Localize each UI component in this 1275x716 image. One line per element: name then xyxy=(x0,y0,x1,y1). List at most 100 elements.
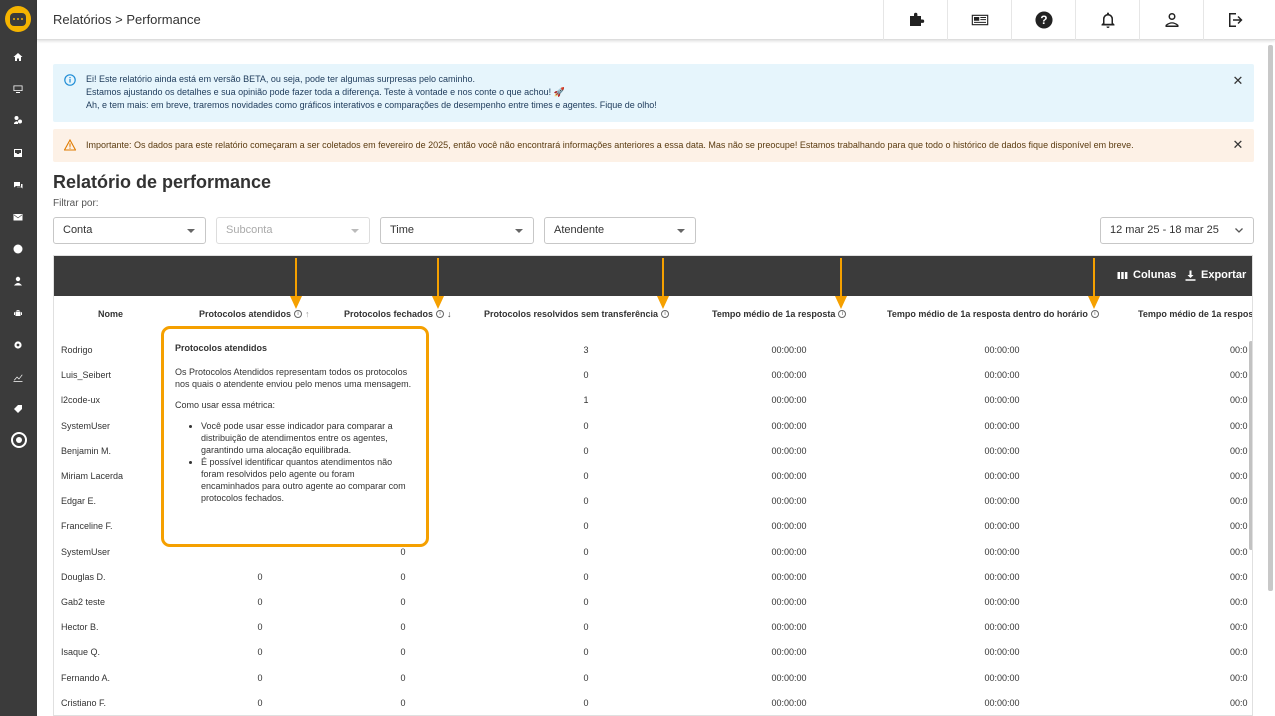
date-range-picker[interactable]: 12 mar 25 - 18 mar 25 xyxy=(1100,217,1254,244)
subconta-select-value: Subconta xyxy=(226,224,273,236)
filter-label: Filtrar por: xyxy=(53,198,99,209)
column-header-protocolos-atendidos[interactable]: Protocolos atendidos i ↑ xyxy=(199,309,310,319)
info-icon[interactable]: i xyxy=(838,310,847,318)
table-row[interactable]: Gab2 teste 0 0 0 00:00:00 00:00:00 00:0 xyxy=(54,589,1252,614)
table-scrollbar[interactable] xyxy=(1249,341,1252,550)
tooltip-bullet: Você pode usar esse indicador para compa… xyxy=(201,420,415,456)
column-header-label: Tempo médio de 1a resposta dentro do hor… xyxy=(887,309,1088,319)
cell-tempo-cut: 00:0 xyxy=(1230,647,1248,658)
annotation-arrow xyxy=(432,258,444,310)
cell-tempo-cut: 00:0 xyxy=(1230,546,1248,557)
column-header-label: Tempo médio de 1a respos xyxy=(1138,309,1253,319)
export-label: Exportar xyxy=(1201,269,1247,281)
cell-nome: Franceline F. xyxy=(61,521,113,532)
column-header-resolvidos-sem-transferencia[interactable]: Protocolos resolvidos sem transferência … xyxy=(484,309,670,319)
columns-button[interactable]: Colunas xyxy=(1117,269,1176,281)
info-banner-line: Ei! Este relatório ainda está em versão … xyxy=(86,74,476,84)
user-icon[interactable] xyxy=(11,274,25,288)
cell-tempo-horario: 00:00:00 xyxy=(984,647,1020,658)
subconta-select[interactable]: Subconta xyxy=(216,217,370,244)
data-warning-banner: Importante: Os dados para este relatório… xyxy=(53,129,1254,162)
table-row[interactable]: Cristiano F. 0 0 0 00:00:00 00:00:00 00:0 xyxy=(54,690,1252,715)
cell-tempo-cut: 00:0 xyxy=(1230,420,1248,431)
reports-icon[interactable] xyxy=(10,431,28,449)
home-icon[interactable] xyxy=(11,50,25,64)
cell-tempo-cut: 00:0 xyxy=(1230,395,1248,406)
cell-atendidos: 0 xyxy=(257,571,263,582)
close-icon[interactable]: ✕ xyxy=(1232,73,1244,88)
cell-atendidos: 0 xyxy=(257,622,263,633)
cell-resolvidos: 0 xyxy=(583,546,589,557)
column-header-tempo-medio-1a-resposta-2[interactable]: Tempo médio de 1a respos xyxy=(1138,309,1253,319)
contacts-icon[interactable] xyxy=(11,113,25,127)
cell-tempo: 00:00:00 xyxy=(771,672,807,683)
alert-icon[interactable] xyxy=(11,242,25,256)
annotation-arrow xyxy=(657,258,669,310)
page-scrollbar[interactable] xyxy=(1268,45,1273,591)
conta-select[interactable]: Conta xyxy=(53,217,206,244)
cell-tempo-cut: 00:0 xyxy=(1230,521,1248,532)
monitor-icon[interactable] xyxy=(11,82,25,96)
cell-tempo-horario: 00:00:00 xyxy=(984,420,1020,431)
chat-icon[interactable] xyxy=(11,178,25,192)
cell-fechados: 0 xyxy=(400,597,406,607)
column-header-tempo-medio-1a-resposta-horario[interactable]: Tempo médio de 1a resposta dentro do hor… xyxy=(887,309,1099,319)
logo[interactable] xyxy=(5,6,31,32)
android-icon[interactable] xyxy=(11,306,25,320)
table-row[interactable]: Douglas D. 0 0 0 00:00:00 00:00:00 00:0 xyxy=(54,564,1252,589)
info-icon[interactable]: i xyxy=(436,310,445,318)
atendente-select-value: Atendente xyxy=(554,224,605,236)
column-header-label: Protocolos atendidos xyxy=(199,309,292,319)
close-icon[interactable]: ✕ xyxy=(1232,137,1244,152)
settings-icon[interactable] xyxy=(11,338,25,352)
help-icon[interactable]: ? xyxy=(1011,0,1075,40)
table-toolbar: Colunas Exportar xyxy=(54,256,1252,296)
cell-tempo-cut: 00:0 xyxy=(1230,496,1248,507)
cell-tempo-cut: 00:0 xyxy=(1230,445,1248,456)
cell-tempo: 00:00:00 xyxy=(771,471,807,481)
cell-tempo-horario: 00:00:00 xyxy=(984,395,1020,406)
atendente-select[interactable]: Atendente xyxy=(544,217,696,244)
logout-icon[interactable] xyxy=(1203,0,1267,40)
annotation-arrow xyxy=(1088,258,1100,310)
info-icon[interactable]: i xyxy=(1090,310,1099,318)
bell-icon[interactable] xyxy=(1075,0,1139,40)
cell-fechados: 0 xyxy=(400,672,406,683)
cell-tempo: 00:00:00 xyxy=(771,345,807,355)
metric-tooltip: Protocolos atendidos Os Protocolos Atend… xyxy=(161,326,429,547)
profile-icon[interactable] xyxy=(1139,0,1203,40)
table-row[interactable]: Isaque Q. 0 0 0 00:00:00 00:00:00 00:0 xyxy=(54,639,1252,664)
column-header-nome[interactable]: Nome xyxy=(98,309,123,319)
time-select[interactable]: Time xyxy=(380,217,534,244)
cell-nome: Benjamin M. xyxy=(61,445,112,456)
cell-resolvidos: 0 xyxy=(583,571,589,582)
cell-fechados: 0 xyxy=(400,647,406,658)
puzzle-icon[interactable] xyxy=(883,0,947,40)
tag-icon[interactable] xyxy=(11,402,25,416)
table-row[interactable]: Fernando A. 0 0 0 00:00:00 00:00:00 00:0 xyxy=(54,665,1252,690)
cell-tempo: 00:00:00 xyxy=(771,420,807,431)
cell-tempo-cut: 00:0 xyxy=(1230,571,1248,582)
sort-down-icon[interactable]: ↓ xyxy=(447,309,452,319)
column-header-label: Nome xyxy=(98,309,124,319)
caret-down-icon xyxy=(515,229,523,233)
column-header-tempo-medio-1a-resposta[interactable]: Tempo médio de 1a resposta i xyxy=(712,309,847,319)
cell-resolvidos: 0 xyxy=(583,647,589,658)
cell-tempo: 00:00:00 xyxy=(771,647,807,658)
info-icon[interactable]: i xyxy=(661,310,670,318)
news-icon[interactable] xyxy=(947,0,1011,40)
inbox-icon[interactable] xyxy=(11,146,25,160)
cell-nome: Edgar E. xyxy=(61,496,97,507)
cell-tempo-horario: 00:00:00 xyxy=(984,471,1020,481)
sort-up-icon[interactable]: ↑ xyxy=(305,309,310,319)
column-header-protocolos-fechados[interactable]: Protocolos fechados i ↓ xyxy=(344,309,452,319)
warning-icon xyxy=(64,139,76,151)
cell-nome: Cristiano F. xyxy=(61,697,107,708)
cell-resolvidos: 0 xyxy=(583,521,589,532)
export-button[interactable]: Exportar xyxy=(1185,269,1246,281)
caret-down-icon xyxy=(351,229,359,233)
chart-icon[interactable] xyxy=(11,370,25,384)
table-row[interactable]: Hector B. 0 0 0 00:00:00 00:00:00 00:0 xyxy=(54,614,1252,639)
mail-icon[interactable] xyxy=(11,210,25,224)
info-icon[interactable]: i xyxy=(294,310,303,318)
